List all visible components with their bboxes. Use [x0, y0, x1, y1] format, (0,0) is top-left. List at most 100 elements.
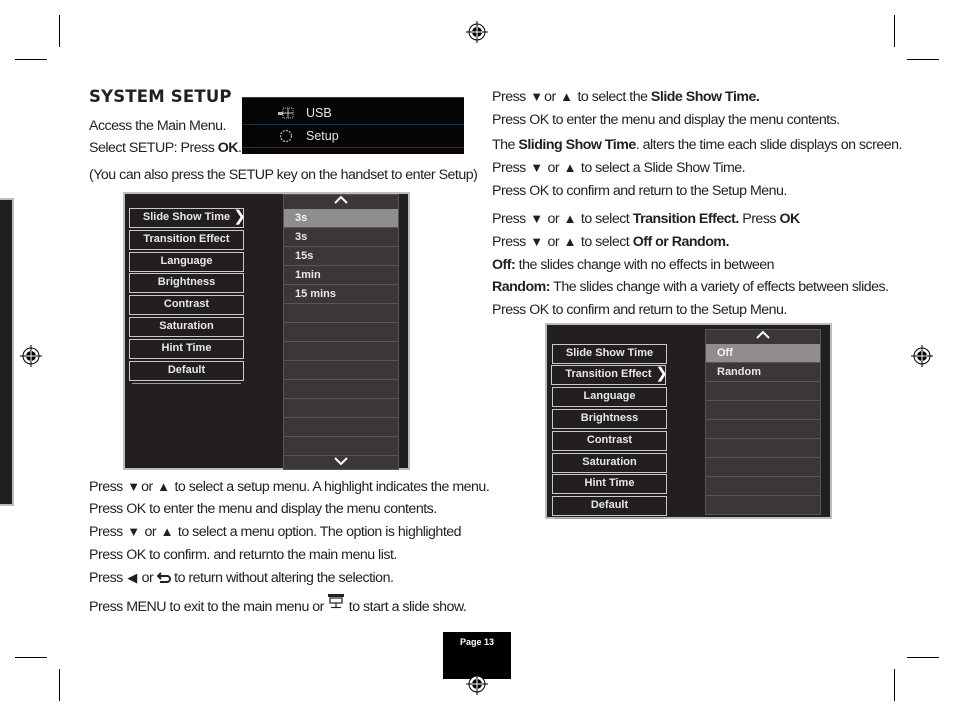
menu-item-label: Contrast: [586, 434, 633, 446]
crop-mark: [59, 669, 60, 701]
bold-text: Off or Random.: [632, 234, 730, 250]
option-item-empty: [706, 382, 820, 401]
left-arrow-icon: ◀: [127, 570, 138, 585]
option-item-empty: [284, 361, 398, 380]
menu-item-language[interactable]: Language: [552, 387, 667, 410]
option-label: Off: [717, 347, 733, 359]
menu-item-transition-effect[interactable]: Transition Effect: [129, 230, 244, 253]
crop-mark: [894, 15, 895, 47]
menu-item-brightness[interactable]: Brightness: [129, 273, 244, 296]
option-item[interactable]: 1min: [284, 266, 398, 285]
option-item-selected[interactable]: Off: [706, 344, 820, 363]
registration-mark-icon: [466, 21, 488, 43]
instruction-line: Press OK to confirm and return to the Se…: [492, 183, 787, 199]
menu-item-label: Language: [160, 255, 213, 267]
text: to start a slide show.: [345, 599, 467, 615]
menu-item-language[interactable]: Language: [129, 252, 244, 275]
option-item[interactable]: 3s: [284, 228, 398, 247]
option-item-empty: [284, 323, 398, 342]
instruction-line: The Sliding Show Time. alters the time e…: [492, 137, 902, 153]
bold-text: Sliding Show Time: [518, 137, 636, 153]
main-menu-item-setup[interactable]: Setup: [242, 126, 464, 148]
text: or: [544, 160, 563, 176]
menu-item-contrast[interactable]: Contrast: [552, 431, 667, 454]
text: the slides change with no effects in bet…: [515, 257, 775, 273]
menu-item-label: Slide Show Time: [142, 211, 231, 223]
option-label: 3s: [295, 212, 308, 224]
menu-item-contrast[interactable]: Contrast: [129, 295, 244, 318]
option-item-empty: [284, 380, 398, 399]
instruction-line: Press ▼ or ▲ to select a Slide Show Time…: [492, 160, 746, 176]
page-number-badge: Page 13: [443, 632, 511, 679]
down-arrow-icon: ▼: [530, 234, 544, 249]
down-arrow-icon: ▼: [530, 160, 544, 175]
intro-line-3: (You can also press the SETUP key on the…: [89, 167, 478, 183]
text: to select: [577, 211, 633, 227]
instruction-line: Press ▼or ▲ to select a setup menu. A hi…: [89, 479, 490, 495]
menu-item-label: Slide Show Time: [565, 347, 654, 359]
option-item-empty: [706, 477, 820, 496]
menu-item-label: Hint Time: [584, 477, 635, 489]
chevron-right-icon: ❯: [655, 365, 668, 382]
chevron-right-icon: ❯: [233, 208, 246, 225]
text: Press: [492, 234, 530, 250]
menu-item-brightness[interactable]: Brightness: [552, 409, 667, 432]
bold-text: Slide Show Time.: [650, 89, 760, 105]
up-arrow-icon: ▲: [160, 524, 174, 539]
menu-item-default[interactable]: Default: [129, 361, 244, 384]
instruction-line: Press OK to confirm. and returnto the ma…: [89, 547, 397, 563]
crop-mark: [15, 657, 47, 658]
menu-item-saturation[interactable]: Saturation: [129, 317, 244, 340]
text: Press: [492, 160, 530, 176]
option-item-empty: [284, 342, 398, 361]
intro-text: .: [238, 140, 242, 156]
crop-mark: [59, 15, 60, 47]
down-arrow-icon: ▼: [127, 479, 141, 494]
text: Press: [492, 211, 530, 227]
bold-text: Transition Effect.: [632, 211, 740, 227]
option-item[interactable]: 15 mins: [284, 285, 398, 304]
text: to select a Slide Show Time.: [577, 160, 746, 176]
menu-item-slide-show-time[interactable]: Slide Show Time: [552, 344, 667, 367]
option-item-empty: [284, 304, 398, 323]
bold-text: OK: [779, 211, 800, 227]
bold-text: Random:: [492, 279, 550, 295]
instruction-line: Press ▼ or ▲ to select a menu option. Th…: [89, 524, 462, 540]
menu-item-slide-show-time[interactable]: Slide Show Time ❯: [129, 208, 246, 231]
option-list: Off Random: [705, 329, 821, 515]
instruction-line: Off: the slides change with no effects i…: [492, 257, 775, 273]
option-item-empty: [284, 418, 398, 437]
registration-mark-icon: [466, 673, 488, 695]
text: or: [141, 479, 157, 495]
option-label: 1min: [295, 269, 321, 281]
scroll-down-icon[interactable]: [284, 456, 398, 472]
page-edge-strip: [0, 198, 14, 506]
option-label: 3s: [295, 231, 308, 243]
menu-item-hint-time[interactable]: Hint Time: [129, 339, 244, 362]
option-item-selected[interactable]: 3s: [284, 209, 398, 228]
menu-item-hint-time[interactable]: Hint Time: [552, 474, 667, 497]
instruction-line: Press ▼ or ▲ to select Off or Random.: [492, 234, 729, 250]
up-arrow-icon: ▲: [157, 479, 171, 494]
instruction-line: Press ◀ or to return without altering th…: [89, 570, 394, 586]
menu-item-default[interactable]: Default: [552, 496, 667, 519]
text: Press: [89, 524, 127, 540]
menu-item-label: Language: [583, 390, 636, 402]
menu-item-label: Default: [590, 499, 629, 511]
setup-screen-slide-show-time: Slide Show Time ❯ Transition Effect Langu…: [123, 192, 410, 470]
up-arrow-icon: ▲: [563, 211, 577, 226]
option-label: 15 mins: [295, 288, 336, 300]
option-item-empty: [706, 496, 820, 515]
option-item[interactable]: Random: [706, 363, 820, 382]
text: or: [141, 524, 160, 540]
option-item[interactable]: 15s: [284, 247, 398, 266]
down-arrow-icon: ▼: [530, 89, 544, 104]
text: Press: [89, 570, 127, 586]
registration-mark-icon: [20, 345, 42, 367]
instruction-line: Press ▼or ▲ to select the Slide Show Tim…: [492, 89, 760, 105]
option-item-empty: [706, 458, 820, 477]
slideshow-icon: [328, 594, 345, 609]
main-menu-item-usb[interactable]: USB: [242, 103, 464, 125]
menu-item-saturation[interactable]: Saturation: [552, 453, 667, 476]
menu-item-transition-effect[interactable]: Transition Effect ❯: [551, 365, 668, 388]
